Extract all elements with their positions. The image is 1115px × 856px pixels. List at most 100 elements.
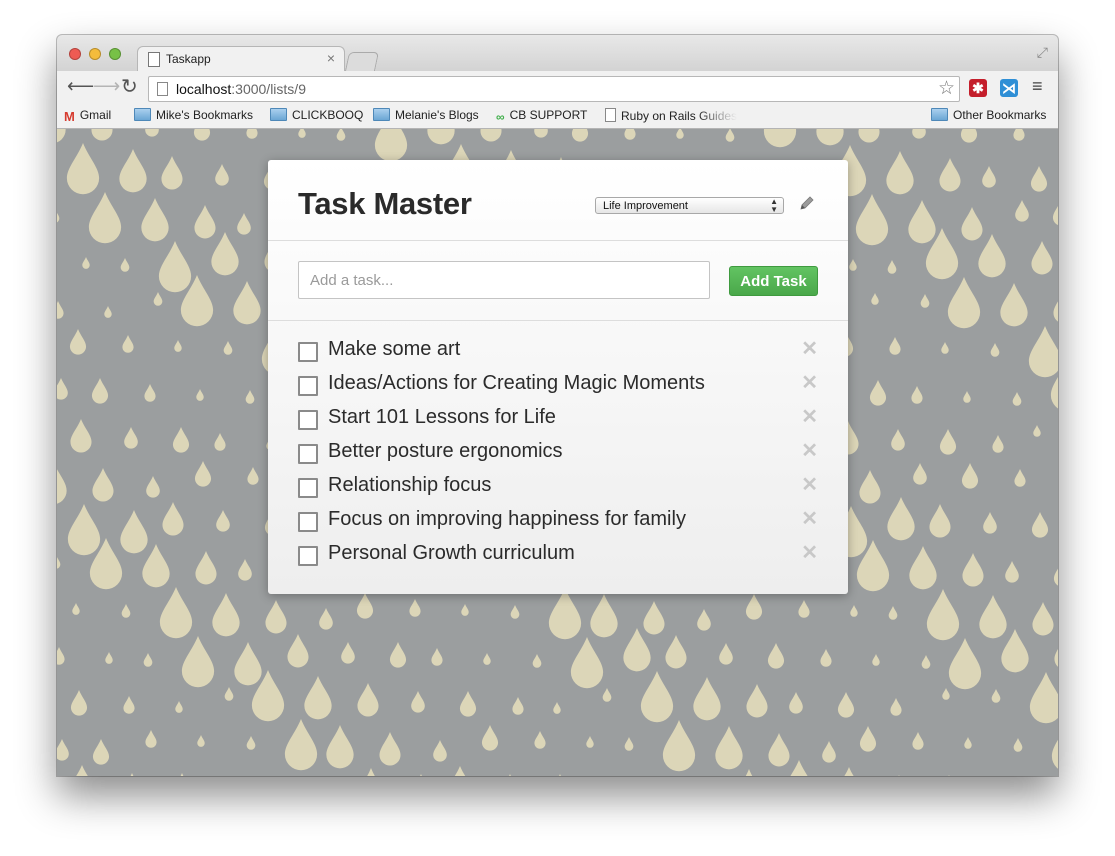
window-maximize-button[interactable] (109, 48, 121, 60)
remove-task-icon[interactable]: ✕ (801, 474, 818, 496)
remove-task-icon[interactable]: ✕ (801, 508, 818, 530)
raindrop-shape (920, 294, 930, 308)
url-text: localhost:3000/lists/9 (176, 81, 306, 97)
raindrop-shape (142, 544, 170, 588)
raindrop-shape (374, 129, 408, 162)
remove-task-icon[interactable]: ✕ (801, 372, 818, 394)
raindrop-shape (978, 234, 1006, 278)
lastpass-extension-icon[interactable]: ✱ (969, 79, 987, 97)
raindrop-shape (822, 741, 836, 763)
raindrop-shape (197, 735, 205, 747)
fullscreen-icon[interactable]: ⤢ (1037, 44, 1048, 61)
back-icon[interactable]: ⟵ (67, 75, 94, 99)
raindrop-shape (104, 306, 112, 318)
window-close-button[interactable] (69, 48, 81, 60)
raindrop-shape (590, 594, 618, 638)
raindrop-shape (1032, 602, 1054, 636)
bookmark-melanies-blogs[interactable]: Melanie's Blogs (373, 108, 479, 122)
raindrop-shape (948, 638, 982, 690)
raindrop-shape (947, 277, 981, 329)
pencil-icon[interactable] (798, 194, 816, 212)
raindrop-shape (172, 427, 190, 453)
remove-task-icon[interactable]: ✕ (801, 440, 818, 462)
raindrop-shape (746, 684, 768, 718)
task-checkbox[interactable] (298, 444, 318, 464)
raindrop-shape (145, 129, 159, 137)
raindrop-shape (298, 129, 306, 138)
page-icon (148, 52, 160, 67)
address-bar[interactable]: localhost:3000/lists/9 ☆ (148, 76, 960, 102)
task-checkbox[interactable] (298, 376, 318, 396)
link-icon: ∞ (496, 110, 505, 124)
raindrop-shape (665, 635, 687, 669)
bookmark-star-icon[interactable]: ☆ (938, 77, 955, 100)
bookmark-clickbooq[interactable]: CLICKBOOQ (270, 108, 363, 122)
raindrop-shape (887, 497, 915, 541)
task-checkbox[interactable] (298, 410, 318, 430)
task-checkbox[interactable] (298, 546, 318, 566)
raindrop-shape (816, 129, 844, 146)
raindrop-shape (431, 648, 443, 666)
task-checkbox[interactable] (298, 512, 318, 532)
browser-window: Taskapp × ⤢ ⟵ ⟶ ↻ localhost:3000/lists/9… (57, 35, 1058, 776)
raindrop-shape (534, 731, 546, 749)
raindrop-shape (420, 774, 422, 776)
remove-task-icon[interactable]: ✕ (801, 542, 818, 564)
raindrop-shape (850, 605, 858, 617)
raindrop-shape (433, 740, 447, 762)
raindrop-shape (912, 732, 924, 750)
window-minimize-button[interactable] (89, 48, 101, 60)
raindrop-shape (123, 696, 135, 714)
raindrop-shape (908, 200, 936, 244)
raindrop-shape (871, 293, 879, 305)
add-task-button[interactable]: Add Task (729, 266, 818, 296)
raindrop-shape (1000, 283, 1028, 327)
raindrop-shape (215, 164, 229, 186)
task-checkbox[interactable] (298, 342, 318, 362)
raindrop-shape (586, 736, 594, 748)
url-host: localhost (176, 81, 232, 97)
bookmark-gmail[interactable]: M Gmail (64, 108, 111, 124)
bookmark-fade (697, 105, 737, 127)
task-label: Relationship focus (328, 474, 492, 496)
raindrop-shape (88, 192, 122, 244)
raindrop-shape (1015, 200, 1029, 222)
list-select[interactable]: Life Improvement ▲ ▼ (595, 197, 784, 214)
raindrop-shape (67, 504, 101, 556)
raindrop-shape (983, 512, 997, 534)
raindrop-shape (820, 649, 832, 667)
task-label: Better posture ergonomics (328, 440, 563, 462)
raindrop-shape (1005, 561, 1019, 583)
raindrop-shape (162, 502, 184, 536)
raindrop-shape (1029, 672, 1058, 724)
raindrop-shape (454, 766, 466, 776)
bookmark-mikes-bookmarks[interactable]: Mike's Bookmarks (134, 108, 253, 122)
menu-icon[interactable]: ≡ (1032, 76, 1043, 97)
raindrop-shape (480, 129, 502, 142)
new-tab-button[interactable] (344, 52, 380, 71)
remove-task-icon[interactable]: ✕ (801, 338, 818, 360)
raindrop-shape (141, 198, 169, 242)
raindrop-shape (887, 260, 897, 274)
raindrop-shape (92, 739, 110, 765)
remove-task-icon[interactable]: ✕ (801, 406, 818, 428)
forward-icon[interactable]: ⟶ (93, 75, 120, 99)
browser-tab[interactable]: Taskapp × (137, 46, 345, 73)
extension-icon[interactable]: ⋊ (1000, 79, 1018, 97)
bookmark-other-bookmarks[interactable]: Other Bookmarks (931, 108, 1046, 122)
raindrop-shape (921, 655, 931, 669)
raindrop-shape (211, 232, 239, 276)
reload-icon[interactable]: ↻ (121, 75, 138, 99)
raindrop-shape (120, 510, 148, 554)
bookmark-cb-support[interactable]: ∞ CB SUPPORT (496, 108, 587, 124)
task-label: Ideas/Actions for Creating Magic Moments (328, 372, 705, 394)
raindrop-shape (159, 587, 193, 639)
raindrop-shape (510, 605, 520, 619)
task-checkbox[interactable] (298, 478, 318, 498)
raindrop-shape (411, 691, 425, 713)
add-task-input[interactable] (298, 261, 710, 299)
raindrop-shape (1054, 649, 1058, 667)
folder-icon (373, 108, 390, 121)
raindrop-shape (246, 129, 258, 139)
tab-close-icon[interactable]: × (327, 50, 335, 66)
